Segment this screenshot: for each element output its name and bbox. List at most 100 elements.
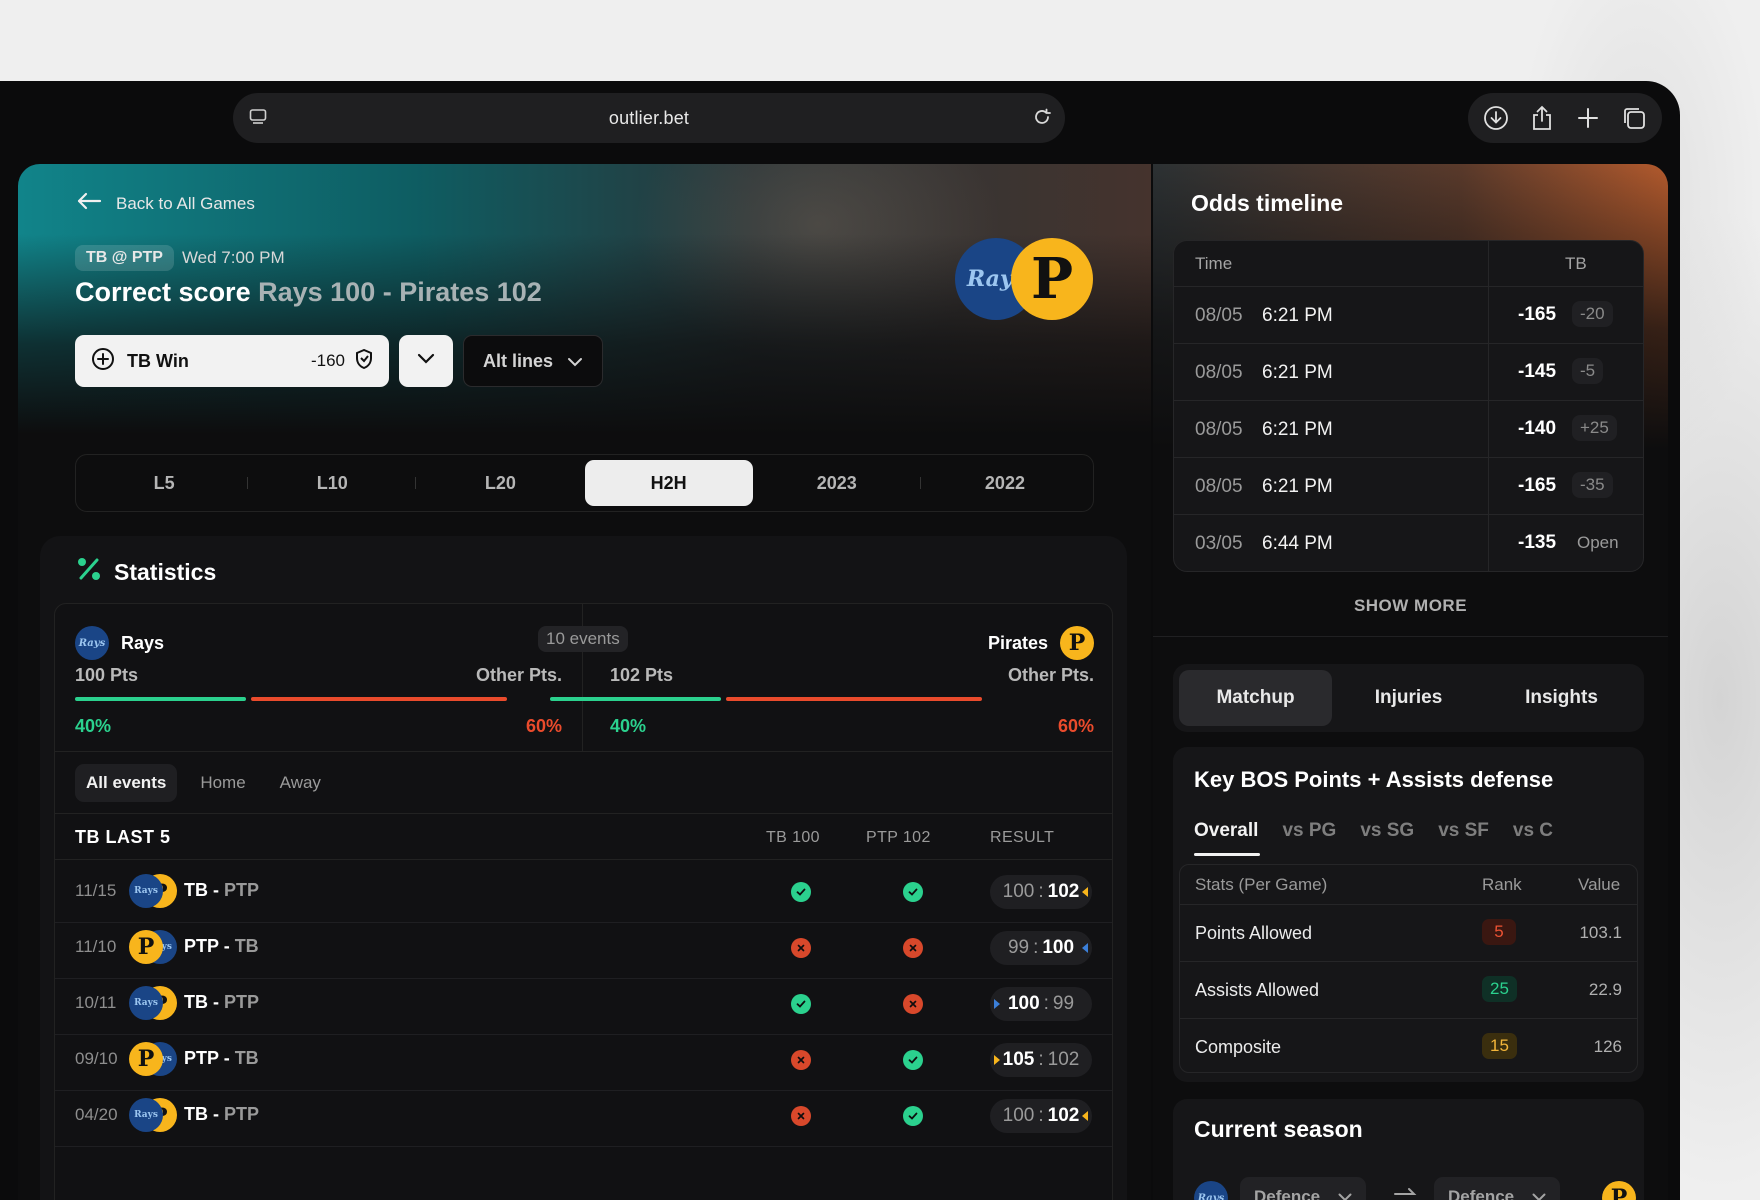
filter-all-events[interactable]: All events: [75, 763, 178, 802]
away-score: 102: [1047, 1105, 1080, 1126]
filter-away[interactable]: Away: [269, 764, 332, 802]
table-row[interactable]: 04/20 PRays TB - PTP 100:102: [55, 1084, 1112, 1147]
team-split: Rays Rays 10 events Pirates P 100 Pts Ot…: [55, 604, 1112, 752]
defense-row: Assists Allowed 25 22.9: [1180, 962, 1637, 1019]
tab-vs-c[interactable]: vs C: [1513, 820, 1553, 842]
tab-overall[interactable]: Overall: [1194, 820, 1261, 856]
back-link-label: Back to All Games: [116, 193, 255, 213]
left-hit-pct: 40%: [75, 716, 112, 736]
tab-l20[interactable]: L20: [416, 460, 584, 506]
odds-row: 08/05 6:21 PM -165 -35: [1174, 458, 1643, 515]
statistics-card: Statistics Rays Rays 10 events Pirates P…: [40, 536, 1127, 1200]
odds-row: 08/05 6:21 PM -165 -20: [1174, 287, 1643, 344]
left-team-name: Rays: [121, 632, 165, 653]
right-select-value: Defence: [1448, 1187, 1515, 1200]
tab-l10[interactable]: L10: [248, 460, 417, 506]
tab-vs-sf[interactable]: vs SF: [1438, 820, 1489, 842]
tab-insights[interactable]: Insights: [1485, 670, 1638, 726]
left-pts-label: 100 Pts: [75, 665, 139, 685]
events-count-badge: 10 events: [538, 626, 628, 652]
table-row[interactable]: 11/15 PRays TB - PTP 100:102: [55, 860, 1112, 923]
tab-vs-sg[interactable]: vs SG: [1360, 820, 1414, 842]
home-score: 99: [1007, 937, 1030, 958]
show-more-button[interactable]: SHOW MORE: [1153, 596, 1668, 616]
check-icon: [791, 994, 811, 1014]
stat-value: 126: [1593, 1037, 1622, 1056]
col-ptp: PTP 102: [866, 829, 931, 846]
swap-icon[interactable]: [1392, 1187, 1418, 1200]
tabs-overview-icon[interactable]: [1618, 102, 1650, 134]
check-icon: [903, 882, 923, 902]
filter-home[interactable]: Home: [189, 764, 256, 802]
position-tabs: Overall vs PG vs SG vs SF vs C: [1194, 820, 1553, 856]
bet-label: TB Win: [127, 350, 189, 371]
matchup-logos: PRays: [129, 1098, 177, 1132]
right-team-name: Pirates: [987, 632, 1048, 653]
result-score: 105:102: [990, 1043, 1092, 1077]
winner-marker: [994, 999, 1000, 1009]
matchup-tabs: Matchup Injuries Insights: [1173, 664, 1644, 732]
statistics-body: Rays Rays 10 events Pirates P 100 Pts Ot…: [54, 603, 1113, 1200]
matchup-info: TB @ PTP Wed 7:00 PM: [75, 245, 285, 271]
right-miss-pct: 60%: [1057, 716, 1094, 736]
row-first-team: TB: [184, 880, 208, 900]
chevron-down-icon: [1532, 1187, 1546, 1200]
chevron-down-icon: [417, 352, 435, 370]
tab-2022[interactable]: 2022: [921, 460, 1089, 506]
right-other-label: Other Pts.: [1007, 665, 1094, 685]
url-text[interactable]: outlier.bet: [609, 108, 689, 129]
tab-injuries[interactable]: Injuries: [1332, 670, 1485, 726]
x-icon: [903, 938, 923, 958]
title-prefix: Correct score: [75, 277, 251, 307]
right-pts-label: 102 Pts: [610, 665, 674, 685]
odds-row: 08/05 6:21 PM -140 +25: [1174, 401, 1643, 458]
rays-mini-logo: Rays: [129, 874, 163, 908]
odds-timeline-table: Time TB 08/05 6:21 PM -165 -20 08/05 6:21 PM -…: [1173, 240, 1644, 572]
pirates-logo: P: [1011, 238, 1093, 320]
download-icon[interactable]: [1480, 102, 1512, 134]
odds-value: -165: [1518, 304, 1557, 325]
odds-value: -135: [1518, 532, 1557, 553]
odds-date: 08/05: [1195, 419, 1243, 440]
tab-matchup[interactable]: Matchup: [1179, 670, 1332, 726]
add-bet-button[interactable]: TB Win -160: [75, 335, 389, 387]
odds-delta-badge: -20: [1572, 301, 1613, 327]
stat-name: Composite: [1195, 1037, 1282, 1057]
plus-icon[interactable]: [1572, 102, 1604, 134]
alt-lines-dropdown[interactable]: Alt lines: [463, 335, 603, 387]
bet-options-dropdown[interactable]: [399, 335, 453, 387]
right-team: Pirates P: [988, 626, 1094, 660]
score-separator: :: [1038, 1105, 1044, 1126]
row-second-team: PTP: [224, 992, 260, 1012]
sportsbook-shield-icon: [355, 348, 373, 374]
table-title: TB LAST 5: [75, 827, 171, 847]
col-result: RESULT: [990, 829, 1055, 846]
table-row[interactable]: 11/10 RaysP PTP - TB 99:100: [55, 916, 1112, 979]
home-score: 100: [1002, 881, 1035, 902]
table-row[interactable]: 09/10 RaysP PTP - TB 105:102: [55, 1028, 1112, 1091]
col-time: Time: [1195, 254, 1233, 273]
left-defence-select[interactable]: Defence: [1240, 1177, 1367, 1200]
row-date: 11/15: [75, 881, 117, 900]
reload-icon[interactable]: [1031, 106, 1053, 133]
score-separator: :: [1038, 881, 1044, 902]
tab-l5[interactable]: L5: [80, 460, 249, 506]
defense-table-header: Stats (Per Game) Rank Value: [1180, 865, 1637, 905]
row-matchup: TB - PTP: [184, 1104, 259, 1125]
x-icon: [903, 994, 923, 1014]
tab-h2h[interactable]: H2H: [584, 460, 753, 506]
tabs-icon[interactable]: [249, 108, 267, 131]
col-tb: TB 100: [766, 829, 820, 846]
tab-2023[interactable]: 2023: [753, 460, 922, 506]
address-bar[interactable]: outlier.bet: [233, 93, 1065, 143]
right-defence-select[interactable]: Defence: [1434, 1177, 1561, 1200]
home-score: 100: [1007, 993, 1040, 1014]
hero-banner: Back to All Games TB @ PTP Wed 7:00 PM C…: [18, 164, 1151, 434]
tab-vs-pg[interactable]: vs PG: [1282, 820, 1336, 842]
back-to-games-link[interactable]: Back to All Games: [76, 191, 255, 216]
table-row[interactable]: 10/11 PRays TB - PTP 100:99: [55, 972, 1112, 1035]
results-table-header: TB LAST 5 TB 100 PTP 102 RESULT: [55, 814, 1112, 860]
stat-value: 22.9: [1588, 980, 1622, 999]
key-defense-card: Key BOS Points + Assists defense Overall…: [1173, 747, 1644, 1082]
share-icon[interactable]: [1526, 102, 1558, 134]
